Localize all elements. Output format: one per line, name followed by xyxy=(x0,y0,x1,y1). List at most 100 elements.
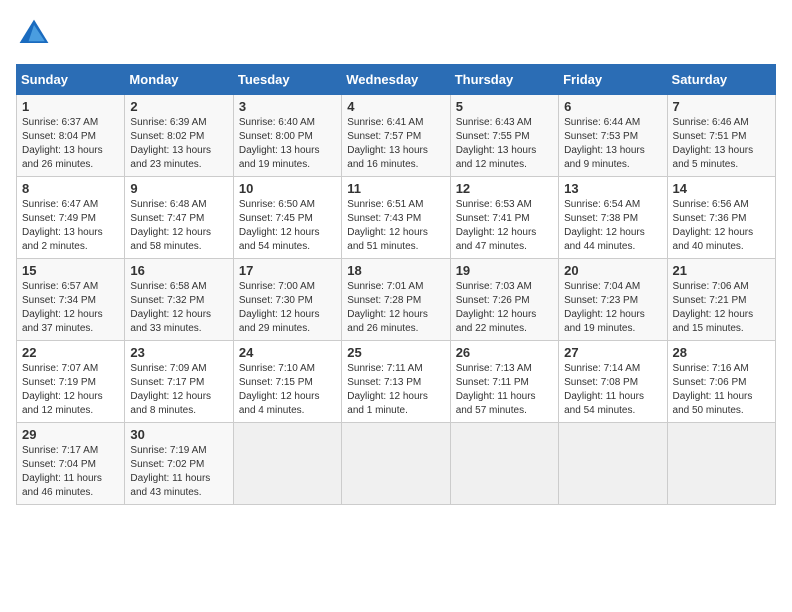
day-number: 17 xyxy=(239,263,336,278)
day-info: Sunrise: 6:56 AMSunset: 7:36 PMDaylight:… xyxy=(673,199,754,252)
day-number: 27 xyxy=(564,345,661,360)
weekday-header: Saturday xyxy=(667,65,775,95)
day-number: 2 xyxy=(130,99,227,114)
calendar-day-cell: 8 Sunrise: 6:47 AMSunset: 7:49 PMDaylight… xyxy=(17,177,125,259)
day-info: Sunrise: 7:04 AMSunset: 7:23 PMDaylight:… xyxy=(564,281,645,334)
weekday-header: Monday xyxy=(125,65,233,95)
day-info: Sunrise: 7:16 AMSunset: 7:06 PMDaylight:… xyxy=(673,363,753,416)
day-info: Sunrise: 6:41 AMSunset: 7:57 PMDaylight:… xyxy=(347,117,428,170)
day-number: 9 xyxy=(130,181,227,196)
day-info: Sunrise: 6:39 AMSunset: 8:02 PMDaylight:… xyxy=(130,117,211,170)
calendar-header-row: SundayMondayTuesdayWednesdayThursdayFrid… xyxy=(17,65,776,95)
day-info: Sunrise: 7:07 AMSunset: 7:19 PMDaylight:… xyxy=(22,363,103,416)
calendar-day-cell: 26 Sunrise: 7:13 AMSunset: 7:11 PMDayligh… xyxy=(450,341,558,423)
weekday-header: Friday xyxy=(559,65,667,95)
weekday-header: Thursday xyxy=(450,65,558,95)
day-number: 10 xyxy=(239,181,336,196)
weekday-header: Sunday xyxy=(17,65,125,95)
day-number: 11 xyxy=(347,181,444,196)
calendar-day-cell: 27 Sunrise: 7:14 AMSunset: 7:08 PMDayligh… xyxy=(559,341,667,423)
calendar-day-cell: 22 Sunrise: 7:07 AMSunset: 7:19 PMDayligh… xyxy=(17,341,125,423)
calendar-day-cell: 25 Sunrise: 7:11 AMSunset: 7:13 PMDayligh… xyxy=(342,341,450,423)
day-info: Sunrise: 6:47 AMSunset: 7:49 PMDaylight:… xyxy=(22,199,103,252)
day-number: 18 xyxy=(347,263,444,278)
calendar-day-cell: 9 Sunrise: 6:48 AMSunset: 7:47 PMDaylight… xyxy=(125,177,233,259)
calendar-day-cell: 23 Sunrise: 7:09 AMSunset: 7:17 PMDayligh… xyxy=(125,341,233,423)
day-info: Sunrise: 6:54 AMSunset: 7:38 PMDaylight:… xyxy=(564,199,645,252)
calendar-day-cell xyxy=(450,423,558,505)
day-number: 29 xyxy=(22,427,119,442)
calendar-day-cell: 28 Sunrise: 7:16 AMSunset: 7:06 PMDayligh… xyxy=(667,341,775,423)
day-info: Sunrise: 6:46 AMSunset: 7:51 PMDaylight:… xyxy=(673,117,754,170)
day-number: 3 xyxy=(239,99,336,114)
calendar-day-cell: 5Sunrise: 6:43 AMSunset: 7:55 PMDaylight… xyxy=(450,95,558,177)
calendar-day-cell: 30Sunrise: 7:19 AMSunset: 7:02 PMDayligh… xyxy=(125,423,233,505)
calendar-day-cell: 2 Sunrise: 6:39 AMSunset: 8:02 PMDaylight… xyxy=(125,95,233,177)
calendar-day-cell xyxy=(233,423,341,505)
calendar-day-cell: 4 Sunrise: 6:41 AMSunset: 7:57 PMDaylight… xyxy=(342,95,450,177)
day-number: 13 xyxy=(564,181,661,196)
day-info: Sunrise: 7:19 AMSunset: 7:02 PMDaylight:… xyxy=(130,445,210,498)
calendar-day-cell: 13 Sunrise: 6:54 AMSunset: 7:38 PMDayligh… xyxy=(559,177,667,259)
day-number: 25 xyxy=(347,345,444,360)
day-number: 1 xyxy=(22,99,119,114)
weekday-header: Tuesday xyxy=(233,65,341,95)
day-number: 16 xyxy=(130,263,227,278)
day-info: Sunrise: 7:11 AMSunset: 7:13 PMDaylight:… xyxy=(347,363,428,416)
day-number: 12 xyxy=(456,181,553,196)
calendar-day-cell: 7 Sunrise: 6:46 AMSunset: 7:51 PMDaylight… xyxy=(667,95,775,177)
calendar-week-row: 1 Sunrise: 6:37 AMSunset: 8:04 PMDaylight… xyxy=(17,95,776,177)
calendar-day-cell: 24Sunrise: 7:10 AMSunset: 7:15 PMDayligh… xyxy=(233,341,341,423)
day-info: Sunrise: 7:14 AMSunset: 7:08 PMDaylight:… xyxy=(564,363,644,416)
day-number: 24 xyxy=(239,345,336,360)
calendar-day-cell: 10Sunrise: 6:50 AMSunset: 7:45 PMDayligh… xyxy=(233,177,341,259)
day-info: Sunrise: 6:48 AMSunset: 7:47 PMDaylight:… xyxy=(130,199,211,252)
calendar-day-cell: 19 Sunrise: 7:03 AMSunset: 7:26 PMDayligh… xyxy=(450,259,558,341)
calendar-day-cell: 17Sunrise: 7:00 AMSunset: 7:30 PMDayligh… xyxy=(233,259,341,341)
calendar-day-cell: 20Sunrise: 7:04 AMSunset: 7:23 PMDayligh… xyxy=(559,259,667,341)
day-number: 22 xyxy=(22,345,119,360)
weekday-header: Wednesday xyxy=(342,65,450,95)
calendar-day-cell: 11 Sunrise: 6:51 AMSunset: 7:43 PMDayligh… xyxy=(342,177,450,259)
day-info: Sunrise: 6:43 AMSunset: 7:55 PMDaylight:… xyxy=(456,117,537,170)
calendar-day-cell: 18 Sunrise: 7:01 AMSunset: 7:28 PMDayligh… xyxy=(342,259,450,341)
calendar-day-cell xyxy=(559,423,667,505)
day-info: Sunrise: 7:06 AMSunset: 7:21 PMDaylight:… xyxy=(673,281,754,334)
day-number: 26 xyxy=(456,345,553,360)
day-number: 28 xyxy=(673,345,770,360)
calendar-table: SundayMondayTuesdayWednesdayThursdayFrid… xyxy=(16,64,776,505)
day-info: Sunrise: 6:37 AMSunset: 8:04 PMDaylight:… xyxy=(22,117,103,170)
day-info: Sunrise: 7:01 AMSunset: 7:28 PMDaylight:… xyxy=(347,281,428,334)
day-info: Sunrise: 6:51 AMSunset: 7:43 PMDaylight:… xyxy=(347,199,428,252)
day-info: Sunrise: 6:57 AMSunset: 7:34 PMDaylight:… xyxy=(22,281,103,334)
day-info: Sunrise: 6:44 AMSunset: 7:53 PMDaylight:… xyxy=(564,117,645,170)
day-number: 6 xyxy=(564,99,661,114)
day-info: Sunrise: 7:17 AMSunset: 7:04 PMDaylight:… xyxy=(22,445,102,498)
day-number: 8 xyxy=(22,181,119,196)
calendar-day-cell: 12 Sunrise: 6:53 AMSunset: 7:41 PMDayligh… xyxy=(450,177,558,259)
day-number: 19 xyxy=(456,263,553,278)
day-info: Sunrise: 6:40 AMSunset: 8:00 PMDaylight:… xyxy=(239,117,320,170)
logo xyxy=(16,16,56,52)
calendar-day-cell: 16 Sunrise: 6:58 AMSunset: 7:32 PMDayligh… xyxy=(125,259,233,341)
calendar-day-cell: 14Sunrise: 6:56 AMSunset: 7:36 PMDayligh… xyxy=(667,177,775,259)
day-info: Sunrise: 7:13 AMSunset: 7:11 PMDaylight:… xyxy=(456,363,536,416)
day-number: 21 xyxy=(673,263,770,278)
calendar-day-cell: 6 Sunrise: 6:44 AMSunset: 7:53 PMDaylight… xyxy=(559,95,667,177)
day-info: Sunrise: 7:09 AMSunset: 7:17 PMDaylight:… xyxy=(130,363,211,416)
day-info: Sunrise: 6:58 AMSunset: 7:32 PMDaylight:… xyxy=(130,281,211,334)
calendar-day-cell: 15Sunrise: 6:57 AMSunset: 7:34 PMDayligh… xyxy=(17,259,125,341)
calendar-day-cell: 21 Sunrise: 7:06 AMSunset: 7:21 PMDayligh… xyxy=(667,259,775,341)
calendar-day-cell: 29 Sunrise: 7:17 AMSunset: 7:04 PMDayligh… xyxy=(17,423,125,505)
day-number: 7 xyxy=(673,99,770,114)
day-number: 23 xyxy=(130,345,227,360)
calendar-week-row: 15Sunrise: 6:57 AMSunset: 7:34 PMDayligh… xyxy=(17,259,776,341)
calendar-week-row: 8 Sunrise: 6:47 AMSunset: 7:49 PMDaylight… xyxy=(17,177,776,259)
day-info: Sunrise: 6:53 AMSunset: 7:41 PMDaylight:… xyxy=(456,199,537,252)
day-info: Sunrise: 7:03 AMSunset: 7:26 PMDaylight:… xyxy=(456,281,537,334)
day-number: 4 xyxy=(347,99,444,114)
calendar-week-row: 29 Sunrise: 7:17 AMSunset: 7:04 PMDayligh… xyxy=(17,423,776,505)
calendar-day-cell: 1 Sunrise: 6:37 AMSunset: 8:04 PMDaylight… xyxy=(17,95,125,177)
calendar-day-cell: 3 Sunrise: 6:40 AMSunset: 8:00 PMDaylight… xyxy=(233,95,341,177)
calendar-day-cell xyxy=(342,423,450,505)
